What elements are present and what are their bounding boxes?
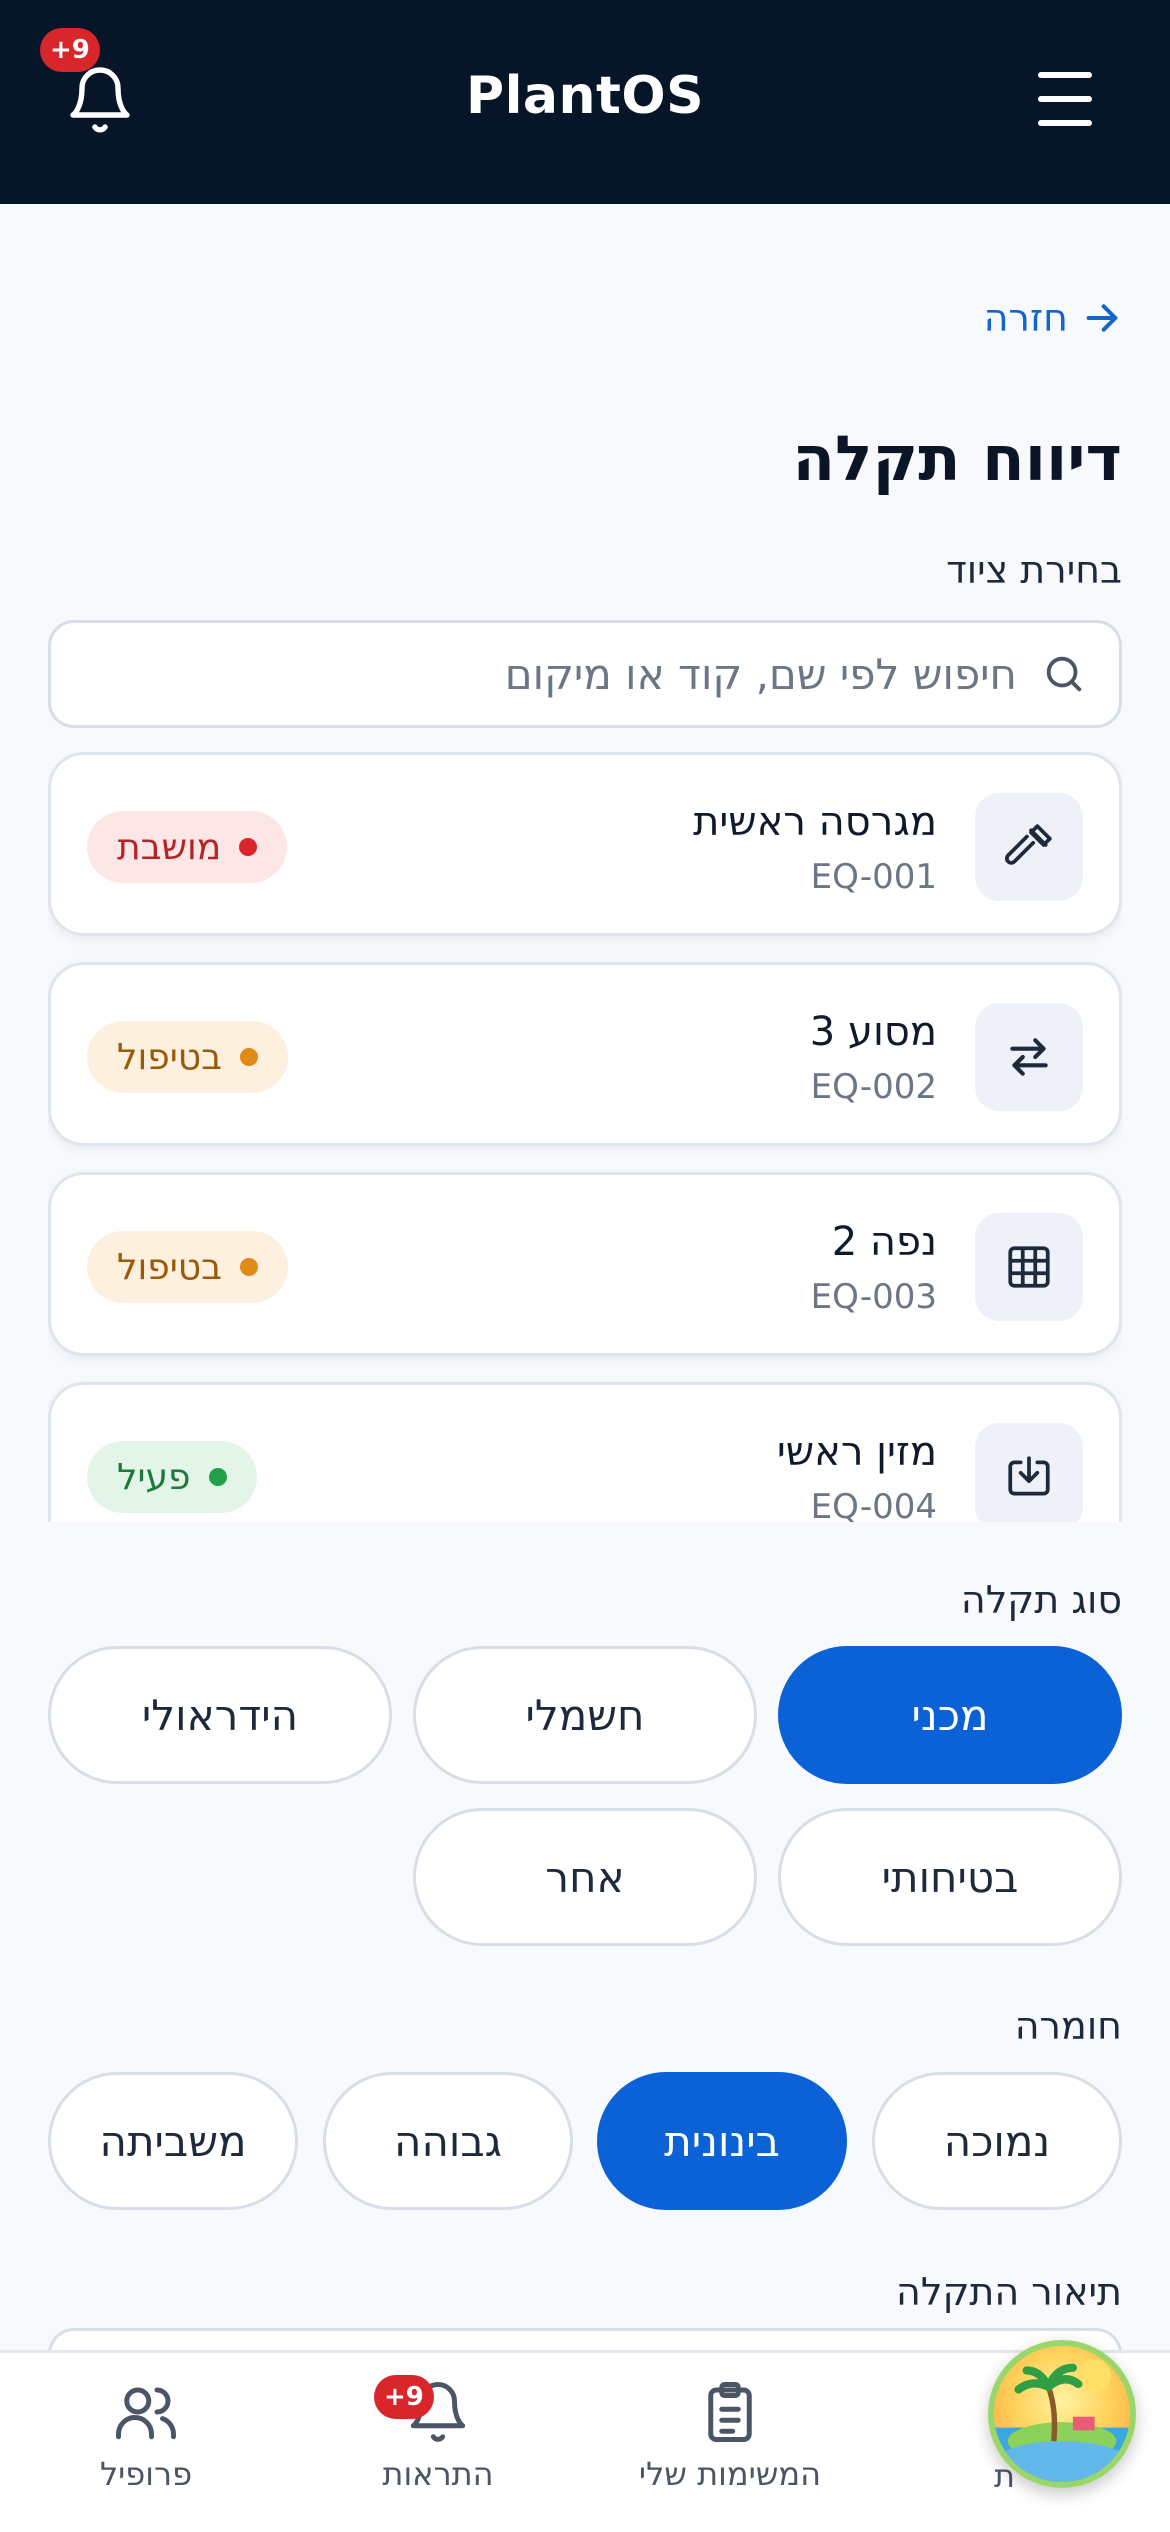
status-dot: [239, 1048, 258, 1066]
status-label: מושבת: [117, 826, 222, 868]
status-label: בטיפול: [117, 1246, 222, 1288]
equipment-icon-tile: [975, 1003, 1083, 1111]
equipment-name: מזין ראשי: [776, 1429, 937, 1475]
status-label: פעיל: [117, 1456, 191, 1498]
equipment-list[interactable]: מגרסה ראשית EQ-001 מושבת מסוע 3 EQ-002 ב…: [48, 752, 1122, 1522]
top-app-bar: +9 PlantOS: [0, 0, 1170, 204]
nav-label: פרופיל: [99, 2455, 193, 2493]
clipboard-icon: [708, 2382, 752, 2442]
equipment-code: EQ-002: [810, 1067, 937, 1107]
severity-option-medium[interactable]: בינונית: [597, 2072, 847, 2210]
equipment-card[interactable]: נפה 2 EQ-003 בטיפול: [48, 1172, 1122, 1356]
equipment-code: EQ-003: [810, 1277, 937, 1317]
status-dot: [239, 1258, 258, 1276]
status-badge: בטיפול: [87, 1021, 288, 1093]
arrow-right-icon: [1086, 304, 1118, 332]
island-avatar-icon: [994, 2359, 1130, 2482]
menu-line: [1038, 72, 1092, 78]
equipment-card[interactable]: מזין ראשי EQ-004 פעיל: [48, 1382, 1122, 1522]
status-dot: [239, 838, 258, 856]
nav-label: המשימות שלי: [638, 2455, 822, 2493]
equipment-name: מסוע 3: [809, 1009, 937, 1055]
severity-option-low[interactable]: נמוכה: [872, 2072, 1122, 2210]
equipment-icon-tile: [975, 1213, 1083, 1321]
app-title: PlantOS: [465, 66, 705, 126]
status-dot: [208, 1468, 227, 1486]
status-badge: בטיפול: [87, 1231, 288, 1303]
search-icon: [1046, 656, 1082, 692]
back-label: חזרה: [983, 296, 1068, 340]
equipment-name: נפה 2: [831, 1219, 937, 1265]
back-link[interactable]: חזרה: [984, 296, 1122, 340]
description-label: תיאור התקלה: [896, 2270, 1122, 2314]
equipment-search-field[interactable]: [48, 620, 1122, 728]
nav-notification-badge: +9: [374, 2375, 434, 2419]
nav-label: התראות: [382, 2455, 494, 2493]
severity-option-critical[interactable]: משביתה: [48, 2072, 298, 2210]
hammer-icon: [1005, 824, 1052, 865]
users-icon: [116, 2387, 176, 2440]
equipment-card[interactable]: מגרסה ראשית EQ-001 מושבת: [48, 752, 1122, 936]
hamburger-menu-button[interactable]: [1030, 68, 1100, 130]
equipment-card[interactable]: מסוע 3 EQ-002 בטיפול: [48, 962, 1122, 1146]
severity-label: חומרה: [1014, 2004, 1122, 2048]
status-label: בטיפול: [117, 1036, 222, 1078]
fault-type-option-hydraulic[interactable]: הידראולי: [48, 1646, 392, 1784]
equipment-name: מגרסה ראשית: [693, 799, 937, 845]
severity-option-high[interactable]: גבוהה: [323, 2072, 573, 2210]
status-badge: מושבת: [87, 811, 288, 883]
report-fault-form: חזרה דיווח תקלה בחירת ציוד מגרסה ראשית E…: [0, 204, 1170, 2388]
nav-notifications[interactable]: התראות: [308, 2379, 568, 2493]
status-badge: פעיל: [87, 1441, 257, 1513]
fault-type-option-safety[interactable]: בטיחותי: [778, 1808, 1122, 1946]
nav-my-tasks[interactable]: המשימות שלי: [600, 2379, 860, 2493]
equipment-code: EQ-004: [810, 1487, 937, 1522]
equipment-label: בחירת ציוד: [946, 548, 1122, 592]
equipment-code: EQ-001: [810, 857, 937, 897]
page-title: דיווח תקלה: [792, 422, 1122, 495]
equipment-icon-tile: [975, 1423, 1083, 1522]
menu-line: [1038, 120, 1092, 126]
fault-type-option-mechanical[interactable]: מכני: [778, 1646, 1122, 1784]
tray-download-icon: [1008, 1456, 1050, 1496]
equipment-icon-tile: [975, 793, 1083, 901]
fault-type-label: סוג תקלה: [960, 1578, 1122, 1622]
swap-arrows-icon: [1010, 1038, 1048, 1076]
fault-type-option-electrical[interactable]: חשמלי: [413, 1646, 757, 1784]
nav-profile[interactable]: פרופיל: [16, 2379, 276, 2493]
grid-icon: [1008, 1246, 1050, 1288]
equipment-search-input[interactable]: [83, 649, 1017, 699]
island-avatar-button[interactable]: [988, 2340, 1136, 2488]
menu-line: [1038, 96, 1092, 102]
fault-type-option-other[interactable]: אחר: [413, 1808, 757, 1946]
